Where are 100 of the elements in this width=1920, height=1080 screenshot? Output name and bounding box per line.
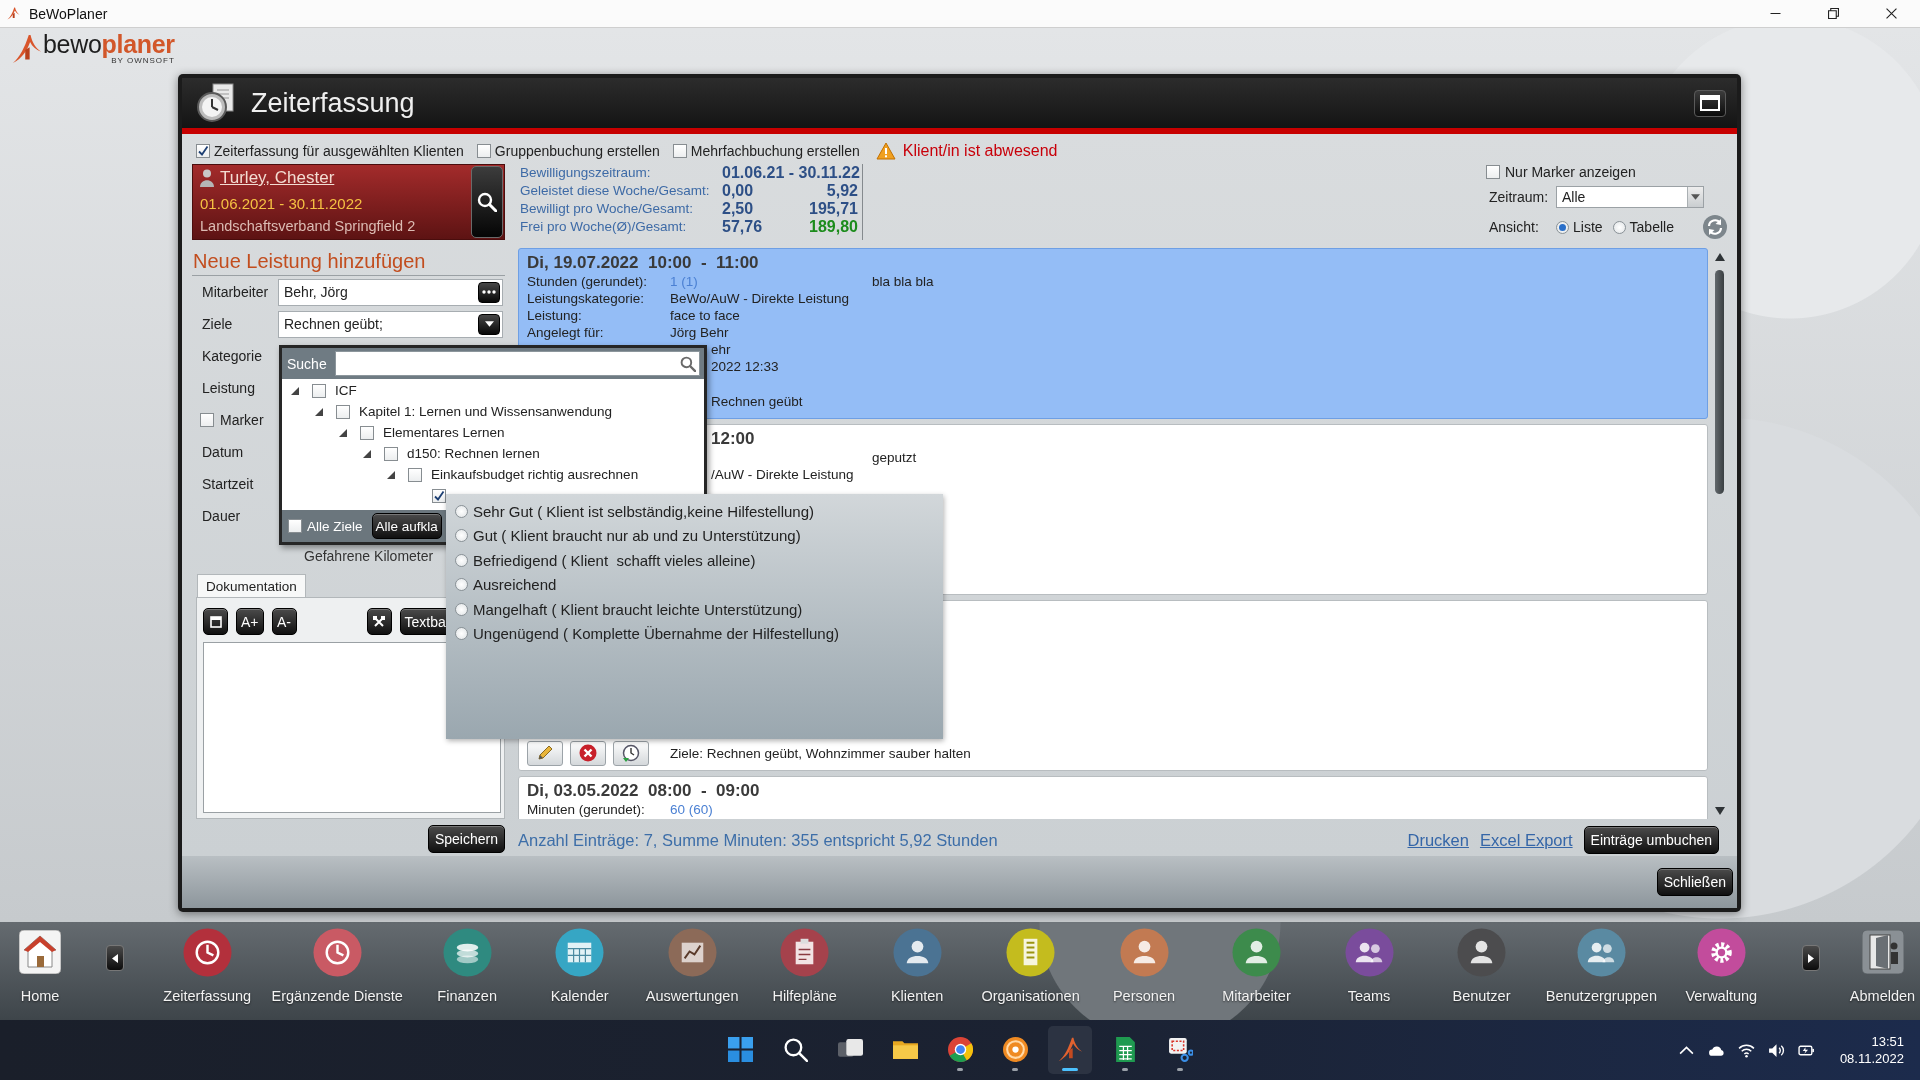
dock-button[interactable]: Kalender [523,928,636,1005]
stat-value: 0,00 [722,182,755,200]
checkbox[interactable] [200,413,214,427]
expand-all-button[interactable]: Alle aufkla [371,513,442,539]
search-field[interactable] [334,351,700,376]
speaker-icon[interactable] [1767,1041,1785,1059]
toolbar-button[interactable]: A- [271,608,297,635]
checkbox[interactable] [408,467,422,482]
dropdown-button[interactable] [478,313,500,335]
logo-wordmark: bewoplaner [43,32,175,57]
radio-button[interactable] [455,553,468,567]
expanded-arrow-icon[interactable] [363,449,371,458]
checkbox[interactable] [1486,165,1500,179]
refresh-icon[interactable] [1703,215,1727,239]
dock-button[interactable]: Benutzer [1425,928,1538,1005]
home-button[interactable]: Home [0,928,80,1005]
footer-link[interactable]: Drucken [1407,830,1469,850]
entry-action-button[interactable] [570,740,606,766]
checkbox-label[interactable]: Nur Marker anzeigen [1505,164,1636,180]
documentation-tab[interactable]: Dokumentation [197,574,306,597]
expanded-arrow-icon[interactable] [339,428,347,437]
scroll-up-icon[interactable] [1714,253,1725,261]
entry-action-button[interactable] [613,740,649,766]
dock-button[interactable]: Mitarbeiter [1200,928,1313,1005]
client-search-button[interactable] [471,166,503,238]
toolbar-button[interactable] [203,608,228,635]
right-triangle-icon [1807,953,1814,963]
expanded-arrow-icon[interactable] [291,386,299,395]
dialog-title: Zeiterfassung [251,87,415,119]
radio-label[interactable]: Liste [1573,219,1603,235]
toolbar-button[interactable]: A+ [236,608,264,635]
expanded-arrow-icon[interactable] [315,407,323,416]
client-name-link[interactable]: Turley, Chester [220,168,335,188]
more-button[interactable] [478,281,500,303]
clock-date[interactable]: 08.11.2022 [1839,1050,1904,1067]
dock-button[interactable]: Teams [1312,928,1426,1005]
radio-button[interactable] [455,602,468,616]
radio-button[interactable] [455,529,468,543]
dock-button[interactable]: Finanzen [410,928,524,1005]
checkbox[interactable] [432,488,446,503]
dock-scroll-right-button[interactable] [1801,945,1820,971]
period-dropdown[interactable]: Alle [1556,186,1704,208]
entry-date-time: Di, 03.05.2022 08:00 - 09:00 [527,781,760,800]
dock-button[interactable]: Zeiterfassung [151,928,264,1005]
logout-button[interactable]: Abmelden [1845,928,1920,1005]
dock-button[interactable]: Klienten [860,928,974,1005]
checkbox[interactable] [312,383,326,398]
person-icon [200,169,214,187]
goals-dropdown[interactable]: Rechnen geübt; [278,310,503,338]
rebook-button[interactable]: Einträge umbuchen [1583,826,1719,854]
save-button[interactable]: Speichern [427,825,505,853]
search-icon [680,355,696,372]
footer-link[interactable]: Excel Export [1479,830,1573,850]
tree-item-label[interactable]: Elementares Lernen [383,425,505,440]
stat-value: 189,80 [808,218,858,236]
radio-button[interactable] [455,504,468,518]
radio-button[interactable] [1612,220,1626,234]
radio-label[interactable]: Tabelle [1629,219,1674,235]
field-label: Dauer [202,508,242,524]
entry-label: Leistungskategorie: [527,290,646,307]
stat-value: 01.06.21 - 30.11.22 [722,164,858,182]
dock-button[interactable]: Personen [1087,928,1201,1005]
stat-value: 2,50 [722,200,755,218]
stat-label: Frei pro Woche(Ø)/Gesamt: [520,218,688,236]
checkbox-label[interactable]: Zeiterfassung für ausgewählten Klienten [214,143,464,159]
expanded-arrow-icon[interactable] [387,470,395,479]
swoosh-icon [7,6,20,21]
radio-button[interactable] [455,578,468,592]
entry-card[interactable]: Di, 03.05.2022 08:00 - 09:00 Minuten (gerundet): 60 (60) [518,776,1708,819]
checkbox[interactable] [360,425,374,440]
scrollbar-thumb[interactable] [1715,270,1724,494]
maximize-button[interactable] [1694,89,1726,117]
stat-value: 195,71 [808,200,858,218]
employee-field[interactable]: Behr, Jörg [278,278,503,306]
checkbox-label[interactable]: Alle Ziele [307,518,363,534]
dock-button[interactable]: Verwaltung [1665,928,1778,1005]
dock-button[interactable]: Hilfepläne [748,928,861,1005]
dock-button[interactable]: Organisationen [973,928,1088,1005]
dock-button[interactable]: Ergänzende Dienste [263,928,411,1005]
checkbox-label[interactable]: Marker [220,412,264,428]
clock-time[interactable]: 13:51 [1871,1033,1904,1050]
dock-button[interactable]: Auswertungen [635,928,749,1005]
scroll-down-icon[interactable] [1714,807,1725,815]
checkbox[interactable] [384,446,398,461]
checkbox[interactable] [672,144,687,158]
radio-button[interactable] [1556,220,1569,234]
radio-button[interactable] [455,627,468,641]
toolbar-button[interactable] [366,608,392,635]
checkbox[interactable] [476,144,491,158]
dock-scroll-left-button[interactable] [106,945,124,971]
entry-action-button[interactable] [527,740,563,766]
checkbox[interactable] [288,519,302,533]
ellipsis-icon [482,290,496,294]
tree-item-label[interactable]: ICF [335,383,357,398]
checkbox[interactable] [196,144,210,158]
checkbox-label[interactable]: Gruppenbuchung erstellen [494,143,660,159]
checkbox-label[interactable]: Mehrfachbuchung erstellen [690,143,860,159]
close-dialog-button[interactable]: Schließen [1656,868,1733,896]
checkbox[interactable] [336,404,350,419]
dock-button[interactable]: Benutzergruppen [1537,928,1665,1005]
